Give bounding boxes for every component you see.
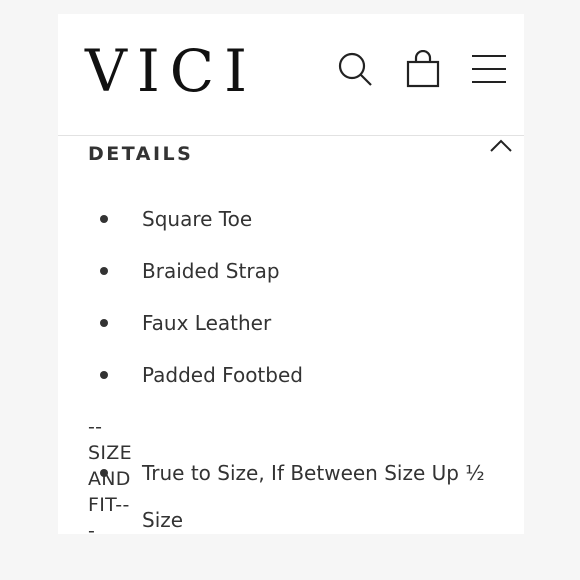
bullet-dot xyxy=(100,469,108,477)
site-header: VICI xyxy=(58,14,524,136)
list-item-text: True to Size, If Between Size Up ½ xyxy=(142,461,485,485)
bullet-dot xyxy=(100,215,108,223)
details-accordion-header[interactable]: DETAILS xyxy=(88,139,518,170)
screenshot-frame: VICI DETAILS Square Toe Braided Strap Fa… xyxy=(0,0,580,580)
size-and-fit-label: --SIZE AND FIT--- xyxy=(88,416,132,542)
list-item-text: Braided Strap xyxy=(142,259,280,283)
list-item-text-continued: Size xyxy=(142,508,184,532)
search-icon[interactable] xyxy=(336,50,374,88)
shopping-bag-icon[interactable] xyxy=(404,50,442,88)
bullet-dot xyxy=(100,267,108,275)
menu-icon[interactable] xyxy=(470,50,508,88)
bullet-dot xyxy=(100,319,108,327)
list-item-text: Padded Footbed xyxy=(142,363,303,387)
list-item-text: Faux Leather xyxy=(142,311,272,335)
brand-logo[interactable]: VICI xyxy=(85,34,257,108)
chevron-up-icon[interactable] xyxy=(488,136,514,156)
list-item-text: Square Toe xyxy=(142,207,253,231)
bullet-dot xyxy=(100,371,108,379)
details-title: DETAILS xyxy=(88,143,194,165)
